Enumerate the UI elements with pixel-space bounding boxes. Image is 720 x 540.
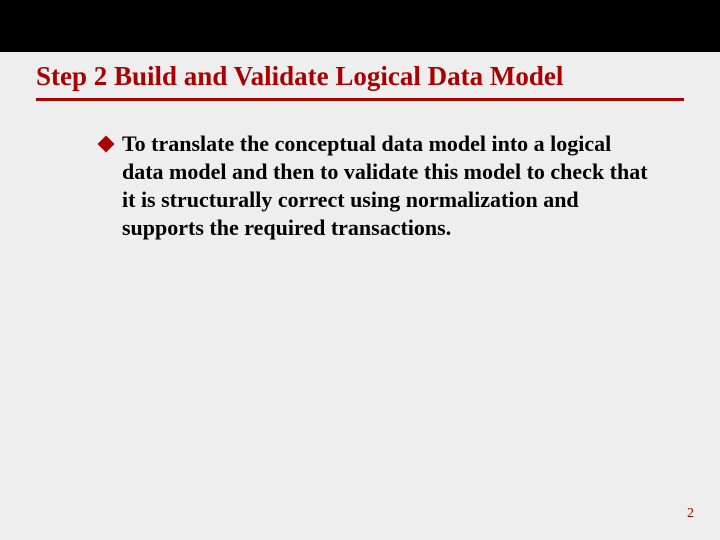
slide-title: Step 2 Build and Validate Logical Data M… (36, 60, 684, 92)
body-content: To translate the conceptual data model i… (100, 130, 650, 243)
list-item: To translate the conceptual data model i… (100, 130, 650, 243)
top-black-band (0, 0, 720, 52)
bullet-text: To translate the conceptual data model i… (122, 130, 650, 243)
slide-container: Step 2 Build and Validate Logical Data M… (0, 0, 720, 540)
page-number: 2 (687, 506, 694, 522)
title-underline (36, 98, 684, 101)
title-area: Step 2 Build and Validate Logical Data M… (36, 60, 684, 101)
diamond-bullet-icon (98, 136, 115, 153)
